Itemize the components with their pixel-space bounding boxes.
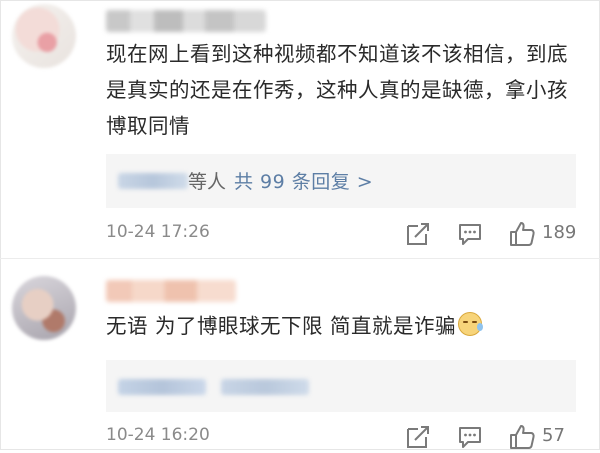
reply-user-blurred[interactable] xyxy=(118,173,188,189)
comment-text-body: 无语 为了博眼球无下限 简直就是诈骗 xyxy=(106,314,457,338)
share-icon[interactable] xyxy=(404,423,432,451)
comment-icon[interactable] xyxy=(456,220,484,248)
timestamp: 10-24 16:20 xyxy=(106,425,210,445)
reply-preview[interactable]: 等人 共 99 条回复 > xyxy=(106,154,576,208)
reply-preview[interactable] xyxy=(106,360,576,412)
comment-item: 无语 为了博眼球无下限 简直就是诈骗 10-24 16:20 57 xyxy=(0,258,600,450)
view-replies-link[interactable]: 共 99 条回复 > xyxy=(234,167,373,194)
timestamp: 10-24 17:26 xyxy=(106,222,210,242)
comment-text: 无语 为了博眼球无下限 简直就是诈骗 xyxy=(106,308,576,344)
comment-meta: 10-24 17:26 189 xyxy=(106,220,586,250)
reply-user-blurred[interactable] xyxy=(221,379,309,395)
like-icon[interactable] xyxy=(508,423,536,451)
comment-item: 现在网上看到这种视频都不知道该不该相信，到底是真实的还是在作秀，这种人真的是缺德… xyxy=(0,0,600,258)
reply-suffix: 等人 xyxy=(188,171,227,193)
like-icon[interactable] xyxy=(508,220,536,248)
comment-meta: 10-24 16:20 57 xyxy=(106,423,586,453)
avatar[interactable] xyxy=(12,276,76,340)
like-count: 189 xyxy=(542,222,577,243)
avatar[interactable] xyxy=(12,4,76,68)
sweat-emoji-icon xyxy=(458,312,484,336)
comment-text: 现在网上看到这种视频都不知道该不该相信，到底是真实的还是在作秀，这种人真的是缺德… xyxy=(106,42,568,138)
share-icon[interactable] xyxy=(404,220,432,248)
username-blurred[interactable] xyxy=(106,10,266,32)
like-count: 57 xyxy=(542,425,565,446)
comment-icon[interactable] xyxy=(456,423,484,451)
username-blurred[interactable] xyxy=(106,280,236,302)
reply-user-blurred[interactable] xyxy=(118,379,206,395)
